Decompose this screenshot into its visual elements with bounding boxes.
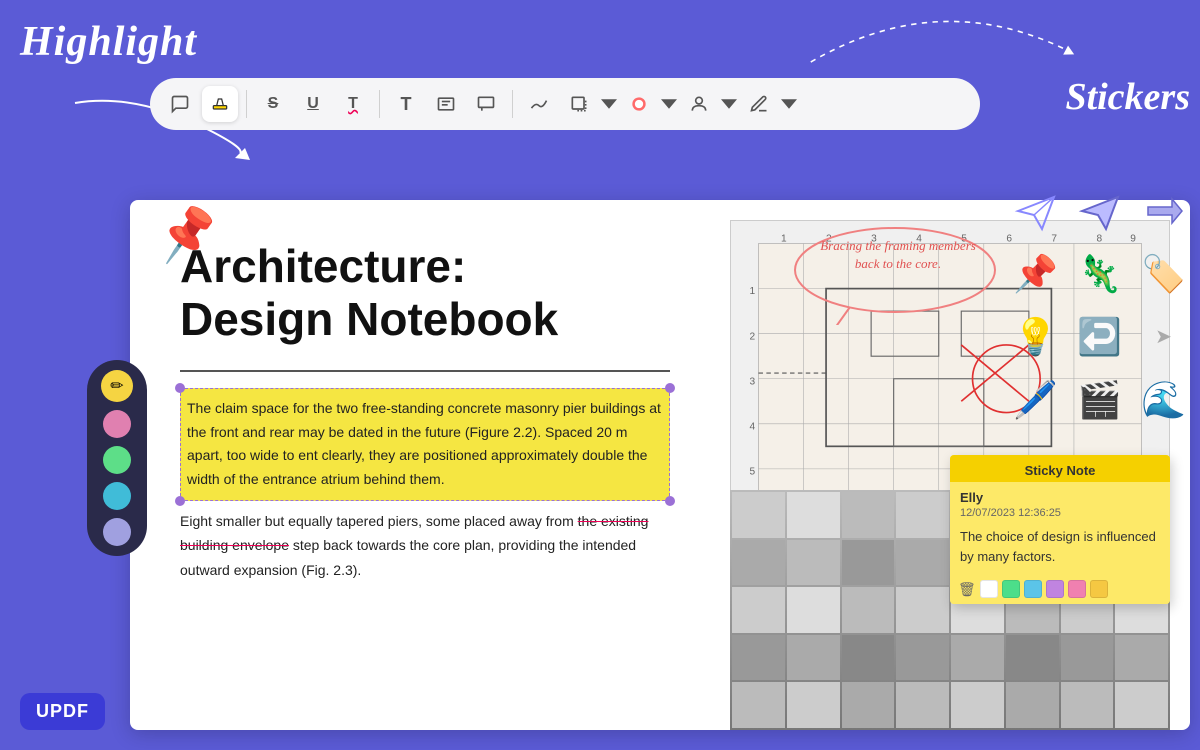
toolbar-freehand[interactable] (521, 86, 557, 122)
sticky-note-body: Elly 12/07/2023 12:36:25 The choice of d… (950, 482, 1170, 574)
document-body: Eight smaller but equally tapered piers,… (180, 509, 670, 583)
divider-1 (246, 90, 247, 118)
toolbar-highlight[interactable] (202, 86, 238, 122)
color-blue[interactable] (103, 482, 131, 510)
svg-text:3: 3 (749, 376, 755, 387)
color-purple[interactable] (103, 518, 131, 546)
selection-handle-bl (175, 496, 185, 506)
sticky-color-pink[interactable] (1068, 580, 1086, 598)
toolbar-pen-dropdown[interactable] (781, 86, 797, 122)
toolbar-text[interactable]: T (388, 86, 424, 122)
document-panel: Architecture: Design Notebook The claim … (130, 200, 710, 730)
sticky-color-yellow[interactable] (1090, 580, 1108, 598)
sticky-color-green[interactable] (1002, 580, 1020, 598)
sticky-note-author: Elly (960, 490, 1160, 505)
sticker-paper-plane-colored[interactable] (1072, 183, 1127, 238)
svg-text:4: 4 (749, 421, 755, 432)
toolbar-fill-dropdown[interactable] (661, 86, 677, 122)
toolbar-underline[interactable]: U (295, 86, 331, 122)
toolbar-shapes[interactable] (561, 86, 597, 122)
sticky-delete-button[interactable]: 🗑 (958, 581, 976, 598)
sticker-lizard[interactable]: 🦎 (1072, 246, 1127, 301)
decorative-dotted-curve (800, 8, 1080, 73)
svg-text:5: 5 (749, 467, 755, 478)
pin-sticker: 📌 (154, 200, 223, 267)
sticker-arrow-right[interactable] (1136, 183, 1191, 238)
sticker-paper-plane-outline[interactable] (1008, 183, 1063, 238)
toolbar-fill[interactable] (621, 86, 657, 122)
divider-3 (512, 90, 513, 118)
sticky-note-header: Sticky Note (950, 455, 1170, 482)
toolbar-pen[interactable] (741, 86, 777, 122)
divider-2 (379, 90, 380, 118)
sticky-color-white[interactable] (980, 580, 998, 598)
document-title: Architecture: Design Notebook (180, 240, 670, 346)
speech-bubble-text: Bracing the framing members back to the … (808, 237, 988, 273)
sticky-note-footer: 🗑 (950, 574, 1170, 604)
svg-text:1: 1 (781, 233, 787, 244)
sticker-clapperboard[interactable]: 🎬 (1072, 372, 1127, 427)
toolbar-user-dropdown[interactable] (721, 86, 737, 122)
sticky-note-content: The choice of design is influenced by ma… (960, 527, 1160, 566)
svg-text:1: 1 (749, 286, 755, 297)
speech-bubble-container: Bracing the framing members back to the … (790, 225, 1000, 330)
sticky-color-blue[interactable] (1024, 580, 1042, 598)
toolbar-callout[interactable] (468, 86, 504, 122)
color-panel: ✏ (87, 360, 147, 556)
toolbar-textbox[interactable] (428, 86, 464, 122)
highlighted-text: The claim space for the two free-standin… (180, 388, 670, 501)
svg-text:2: 2 (749, 331, 755, 342)
strikethrough-text: the existing building envelope (180, 513, 648, 554)
sticker-pin-red[interactable]: 📌 (1008, 246, 1063, 301)
stickers-label: Stickers (1065, 75, 1190, 119)
toolbar-shapes-dropdown[interactable] (601, 86, 617, 122)
toolbar-strikethrough[interactable]: S (255, 86, 291, 122)
selection-handle-br (665, 496, 675, 506)
toolbar: S U T T (150, 78, 980, 130)
sticker-wave[interactable]: 🌊 (1136, 372, 1191, 427)
selection-handle-tl (175, 383, 185, 393)
document-divider (180, 370, 670, 372)
updf-logo: UPDF (20, 693, 105, 730)
sticker-return-arrow[interactable]: ↩️ (1072, 309, 1127, 364)
sticker-eraser[interactable]: 🖊️ (1008, 372, 1063, 427)
sticker-tag-blue[interactable]: 🏷️ (1136, 246, 1191, 301)
sticker-bulb[interactable]: 💡 (1008, 309, 1063, 364)
selection-handle-tr (665, 383, 675, 393)
toolbar-user[interactable] (681, 86, 717, 122)
active-color-pencil[interactable]: ✏ (101, 370, 133, 402)
toolbar-squiggly[interactable]: T (335, 86, 371, 122)
sticky-color-purple[interactable] (1046, 580, 1064, 598)
sticky-note: Sticky Note Elly 12/07/2023 12:36:25 The… (950, 455, 1170, 604)
stickers-panel: 📌 🦎 🏷️ 💡 ↩️ ➤ 🖊️ 🎬 🌊 (1000, 175, 1200, 730)
color-pink[interactable] (103, 410, 131, 438)
highlight-label: Highlight (20, 18, 197, 66)
toolbar-comment[interactable] (162, 86, 198, 122)
sticker-more-right[interactable]: ➤ (1136, 309, 1191, 364)
sticky-note-date: 12/07/2023 12:36:25 (960, 507, 1160, 519)
color-green[interactable] (103, 446, 131, 474)
